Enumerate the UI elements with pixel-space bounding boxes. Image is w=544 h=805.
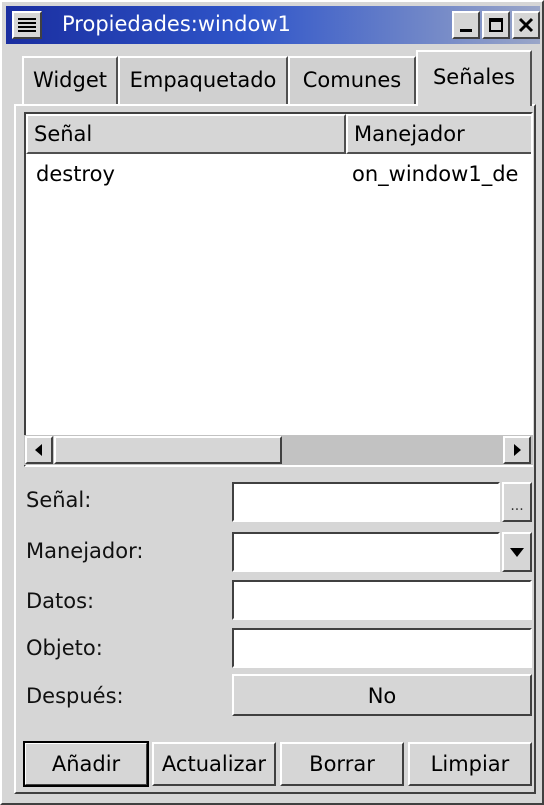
close-button[interactable] bbox=[512, 11, 540, 39]
scrollbar-thumb[interactable] bbox=[54, 436, 282, 464]
horizontal-scrollbar[interactable] bbox=[24, 435, 533, 465]
maximize-icon bbox=[489, 18, 503, 32]
after-toggle-button[interactable]: No bbox=[232, 674, 532, 716]
signal-label: Señal: bbox=[26, 488, 92, 512]
minimize-button[interactable] bbox=[452, 11, 480, 39]
object-label: Objeto: bbox=[26, 636, 103, 660]
delete-button[interactable]: Borrar bbox=[280, 742, 404, 786]
data-input[interactable] bbox=[232, 580, 532, 620]
signal-input[interactable] bbox=[232, 482, 500, 522]
signal-list[interactable]: Señal Manejador destroy on_window1_de bbox=[24, 112, 533, 467]
tab-packing[interactable]: Empaquetado bbox=[118, 56, 288, 104]
data-label: Datos: bbox=[26, 589, 95, 613]
tab-widget[interactable]: Widget bbox=[22, 56, 118, 104]
column-header-signal[interactable]: Señal bbox=[26, 114, 346, 154]
window-menu-icon bbox=[18, 18, 36, 32]
row-handler: on_window1_de bbox=[352, 162, 519, 186]
signal-browse-button[interactable]: ... bbox=[502, 482, 532, 522]
after-label: Después: bbox=[26, 684, 124, 708]
window-menu-button[interactable] bbox=[12, 11, 42, 39]
maximize-button[interactable] bbox=[482, 11, 510, 39]
table-row[interactable]: destroy on_window1_de bbox=[26, 162, 531, 194]
scroll-left-button[interactable] bbox=[25, 436, 53, 464]
tab-common[interactable]: Comunes bbox=[288, 56, 416, 104]
arrow-left-icon bbox=[35, 444, 42, 456]
handler-dropdown-button[interactable] bbox=[502, 532, 532, 572]
handler-input[interactable] bbox=[232, 532, 500, 572]
scroll-right-button[interactable] bbox=[503, 436, 531, 464]
clear-button[interactable]: Limpiar bbox=[408, 742, 532, 786]
minimize-icon bbox=[460, 29, 472, 32]
tab-signals[interactable]: Señales bbox=[416, 50, 532, 106]
close-icon bbox=[518, 17, 534, 33]
arrow-right-icon bbox=[514, 444, 521, 456]
window-title: Propiedades:window1 bbox=[62, 12, 291, 36]
row-signal: destroy bbox=[36, 162, 115, 186]
title-bar[interactable]: Propiedades:window1 bbox=[6, 6, 540, 44]
column-header-handler[interactable]: Manejador bbox=[346, 114, 531, 154]
properties-window: Propiedades:window1 Widget Empaquetado C… bbox=[0, 0, 544, 805]
add-button[interactable]: Añadir bbox=[23, 741, 149, 787]
chevron-down-icon bbox=[510, 548, 524, 557]
update-button[interactable]: Actualizar bbox=[152, 742, 276, 786]
handler-label: Manejador: bbox=[26, 539, 144, 563]
object-input[interactable] bbox=[232, 628, 532, 668]
